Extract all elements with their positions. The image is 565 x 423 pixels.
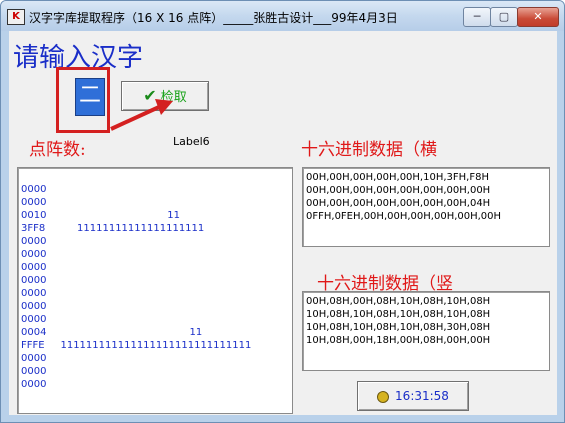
hex-line: 00H,00H,00H,00H,00H,00H,00H,00H	[306, 185, 491, 196]
time-button[interactable]: 16:31:58	[357, 381, 469, 411]
dot-row: 0000	[21, 249, 47, 260]
time-text: 16:31:58	[395, 389, 449, 403]
hex-line: 0FFH,0FEH,00H,00H,00H,00H,00H,00H	[306, 211, 502, 222]
minimize-button[interactable]: ─	[463, 7, 491, 27]
dot-row: 3FF8 11111111111111111111	[21, 223, 205, 234]
dot-row: 0000	[21, 288, 47, 299]
checkmark-icon: ✔	[143, 86, 157, 105]
hex-line: 00H,00H,00H,00H,00H,00H,00H,04H	[306, 198, 491, 209]
maximize-button[interactable]: ▢	[490, 7, 518, 27]
hex-line: 00H,08H,00H,08H,10H,08H,10H,08H	[306, 296, 491, 307]
dot-row: 0004 11	[21, 327, 203, 338]
dot-row: 0000	[21, 275, 47, 286]
hex-line: 10H,08H,00H,18H,00H,08H,00H,00H	[306, 335, 491, 346]
hex-horizontal-label: 十六进制数据（横	[301, 140, 437, 160]
dot-row: 0000	[21, 314, 47, 325]
watch-icon	[377, 390, 390, 403]
dot-row: 0000	[21, 366, 47, 377]
hex-horizontal-box[interactable]: 00H,00H,00H,00H,00H,10H,3FH,F8H 00H,00H,…	[302, 167, 550, 247]
window-title: 汉字字库提取程序（16 X 16 点阵）_____张胜古设计___99年4月3日	[29, 11, 398, 25]
dot-row: 0010 11	[21, 210, 180, 221]
dot-row: 0000	[21, 262, 47, 273]
close-button[interactable]: ✕	[517, 7, 559, 27]
dot-row: 0000	[21, 379, 47, 390]
client-area: 请输入汉字 二 ✔ 检取 点阵数: Label6 十六进制数据（横 十六进制数据（…	[9, 31, 557, 415]
check-button-label: 检取	[160, 90, 187, 105]
dot-row: 0000	[21, 197, 47, 208]
check-button[interactable]: ✔ 检取	[121, 81, 209, 111]
hex-line: 10H,08H,10H,08H,10H,08H,30H,08H	[306, 322, 491, 333]
dot-row: FFFE 111111111111111111111111111111	[21, 340, 252, 351]
label6: Label6	[173, 135, 210, 148]
dot-matrix-box[interactable]: 0000 0000 0010 11 3FF8 11111111111111111…	[17, 167, 293, 414]
dot-row: 0000	[21, 353, 47, 364]
app-icon: K	[7, 9, 25, 25]
dot-row: 0000	[21, 301, 47, 312]
dot-matrix-label: 点阵数:	[29, 140, 86, 160]
app-window: K 汉字字库提取程序（16 X 16 点阵）_____张胜古设计___99年4月…	[0, 0, 565, 423]
hex-line: 00H,00H,00H,00H,00H,10H,3FH,F8H	[306, 172, 489, 183]
dot-row: 0000	[21, 184, 47, 195]
title-bar[interactable]: K 汉字字库提取程序（16 X 16 点阵）_____张胜古设计___99年4月…	[1, 1, 564, 31]
hex-line: 10H,08H,10H,08H,10H,08H,10H,08H	[306, 309, 491, 320]
annotation-highlight-box	[56, 67, 110, 133]
dot-row: 0000	[21, 236, 47, 247]
hex-vertical-box[interactable]: 00H,08H,00H,08H,10H,08H,10H,08H 10H,08H,…	[302, 291, 550, 371]
